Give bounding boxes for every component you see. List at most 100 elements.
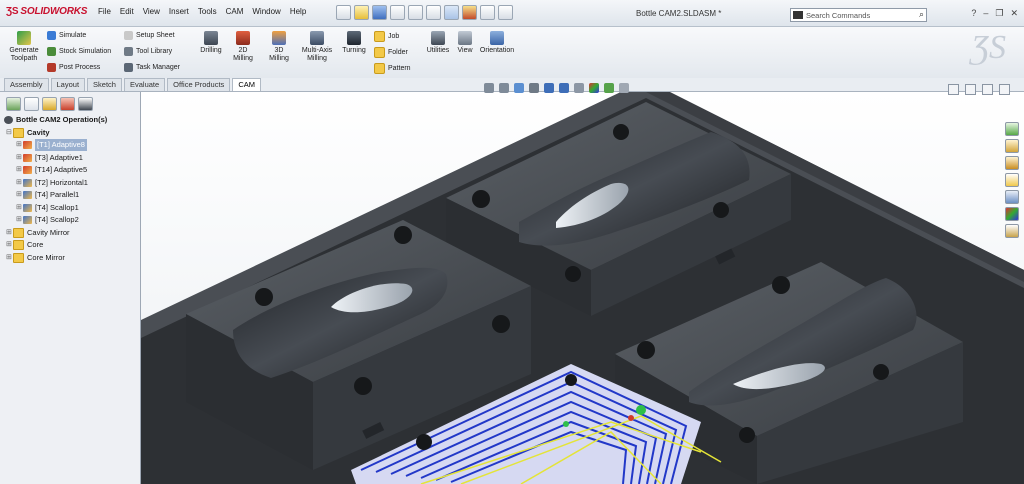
cam-model-scene[interactable] — [141, 92, 1024, 484]
expand-toggle-icon[interactable]: ⊞ — [16, 202, 23, 214]
tab-sketch[interactable]: Sketch — [87, 78, 122, 91]
tree-folder[interactable]: ⊞ Cavity Mirror — [4, 227, 107, 240]
post-process-button[interactable]: Post Process — [47, 63, 100, 72]
expand-toggle-icon[interactable]: ⊞ — [16, 177, 23, 189]
menu-window[interactable]: Window — [252, 7, 280, 16]
rebuild-icon[interactable] — [462, 5, 477, 20]
edit-appearance-icon[interactable] — [589, 83, 599, 93]
resources-icon[interactable] — [1005, 122, 1019, 136]
tree-folder[interactable]: ⊞ Core Mirror — [4, 252, 107, 265]
configuration-manager-tab-icon[interactable] — [42, 97, 57, 111]
drilling-button[interactable]: Drilling — [198, 31, 224, 55]
turning-button[interactable]: Turning — [340, 31, 368, 55]
hide-show-items-icon[interactable] — [574, 83, 584, 93]
tree-operation[interactable]: ⊞ [T1] Adaptive8 — [4, 139, 107, 152]
expand-toggle-icon[interactable]: ⊞ — [16, 152, 23, 164]
task-manager-button[interactable]: Task Manager — [124, 63, 180, 72]
tree-folder[interactable]: ⊟ Cavity — [4, 127, 107, 140]
open-folder-icon[interactable] — [354, 5, 369, 20]
custom-properties-icon[interactable] — [1005, 224, 1019, 238]
search-results-icon[interactable] — [1005, 173, 1019, 187]
print-icon[interactable] — [390, 5, 405, 20]
design-library-icon[interactable] — [1005, 139, 1019, 153]
file-properties-icon[interactable] — [480, 5, 495, 20]
tab-office-products[interactable]: Office Products — [167, 78, 231, 91]
menu-view[interactable]: View — [143, 7, 160, 16]
utilities-button[interactable]: Utilities — [424, 31, 452, 55]
generate-toolpath-button[interactable]: Generate Toolpath — [8, 31, 40, 63]
tree-folder[interactable]: ⊞ Core — [4, 239, 107, 252]
expand-toggle-icon[interactable]: ⊞ — [16, 164, 23, 176]
display-manager-tab-icon[interactable] — [60, 97, 75, 111]
tab-layout[interactable]: Layout — [50, 78, 86, 91]
redo-icon[interactable] — [426, 5, 441, 20]
help-icon[interactable]: ? — [971, 8, 976, 19]
zoom-to-area-icon[interactable] — [499, 83, 509, 93]
previous-view-icon[interactable] — [514, 83, 524, 93]
3d-milling-button[interactable]: 3D Milling — [264, 31, 294, 63]
expand-toggle-icon[interactable]: ⊞ — [6, 252, 13, 264]
save-icon[interactable] — [372, 5, 387, 20]
search-scope-icon[interactable] — [793, 11, 803, 19]
viewport-tile-icon[interactable] — [965, 84, 976, 95]
viewport-minimize-icon[interactable] — [948, 84, 959, 95]
tree-root[interactable]: Bottle CAM2 Operation(s) — [4, 114, 107, 127]
select-icon[interactable] — [444, 5, 459, 20]
view-settings-icon[interactable] — [619, 83, 629, 93]
menu-edit[interactable]: Edit — [120, 7, 134, 16]
cam-tab-icon[interactable] — [78, 97, 93, 111]
expand-toggle-icon[interactable]: ⊞ — [16, 139, 23, 151]
file-explorer-icon[interactable] — [1005, 156, 1019, 170]
menu-cam[interactable]: CAM — [226, 7, 244, 16]
expand-toggle-icon[interactable]: ⊞ — [6, 239, 13, 251]
job-button[interactable]: Job — [374, 31, 399, 42]
view-orientation-icon[interactable] — [544, 83, 554, 93]
close-icon[interactable]: ✕ — [1010, 8, 1018, 19]
stock-simulation-button[interactable]: Stock Simulation — [47, 47, 111, 56]
menu-tools[interactable]: Tools — [198, 7, 217, 16]
pattern-button[interactable]: Pattern — [374, 63, 411, 74]
undo-icon[interactable] — [408, 5, 423, 20]
setup-sheet-button[interactable]: Setup Sheet — [124, 31, 175, 40]
tree-operation[interactable]: ⊞ [T4] Scallop2 — [4, 214, 107, 227]
minimize-icon[interactable]: – — [983, 8, 988, 19]
expand-toggle-icon[interactable]: ⊟ — [6, 127, 13, 139]
multi-axis-milling-button[interactable]: Multi-Axis Milling — [300, 31, 334, 63]
expand-toggle-icon[interactable]: ⊞ — [16, 189, 23, 201]
menu-help[interactable]: Help — [290, 7, 306, 16]
solidworks-logo[interactable]: ƷS SOLIDWORKS — [6, 6, 87, 17]
feature-tree-tab-icon[interactable] — [6, 97, 21, 111]
2d-milling-button[interactable]: 2D Milling — [228, 31, 258, 63]
tree-operation[interactable]: ⊞ [T2] Horizontal1 — [4, 177, 107, 190]
zoom-to-fit-icon[interactable] — [484, 83, 494, 93]
search-input[interactable]: Search Commands — [806, 11, 870, 20]
expand-toggle-icon[interactable]: ⊞ — [6, 227, 13, 239]
expand-toggle-icon[interactable]: ⊞ — [16, 214, 23, 226]
view-button[interactable]: View — [455, 31, 475, 55]
display-style-icon[interactable] — [559, 83, 569, 93]
folder-button[interactable]: Folder — [374, 47, 408, 58]
search-commands-box[interactable]: Search Commands ⌕ — [790, 8, 927, 22]
menu-insert[interactable]: Insert — [169, 7, 189, 16]
tree-operation[interactable]: ⊞ [T4] Parallel1 — [4, 189, 107, 202]
new-document-icon[interactable] — [336, 5, 351, 20]
tab-assembly[interactable]: Assembly — [4, 78, 49, 91]
tool-library-button[interactable]: Tool Library — [124, 47, 172, 56]
tab-evaluate[interactable]: Evaluate — [123, 78, 166, 91]
menu-file[interactable]: File — [98, 7, 111, 16]
viewport-close-icon[interactable] — [999, 84, 1010, 95]
viewport-restore-icon[interactable] — [982, 84, 993, 95]
search-icon[interactable]: ⌕ — [919, 9, 924, 20]
tree-operation[interactable]: ⊞ [T4] Scallop1 — [4, 202, 107, 215]
simulate-button[interactable]: Simulate — [47, 31, 86, 40]
graphics-viewport[interactable] — [141, 92, 1024, 484]
restore-icon[interactable]: ❐ — [995, 8, 1003, 19]
tree-operation[interactable]: ⊞ [T14] Adaptive5 — [4, 164, 107, 177]
orientation-button[interactable]: Orientation — [478, 31, 516, 55]
options-icon[interactable] — [498, 5, 513, 20]
property-manager-tab-icon[interactable] — [24, 97, 39, 111]
section-view-icon[interactable] — [529, 83, 539, 93]
tab-cam[interactable]: CAM — [232, 78, 261, 91]
appearances-icon[interactable] — [1005, 207, 1019, 221]
apply-scene-icon[interactable] — [604, 83, 614, 93]
